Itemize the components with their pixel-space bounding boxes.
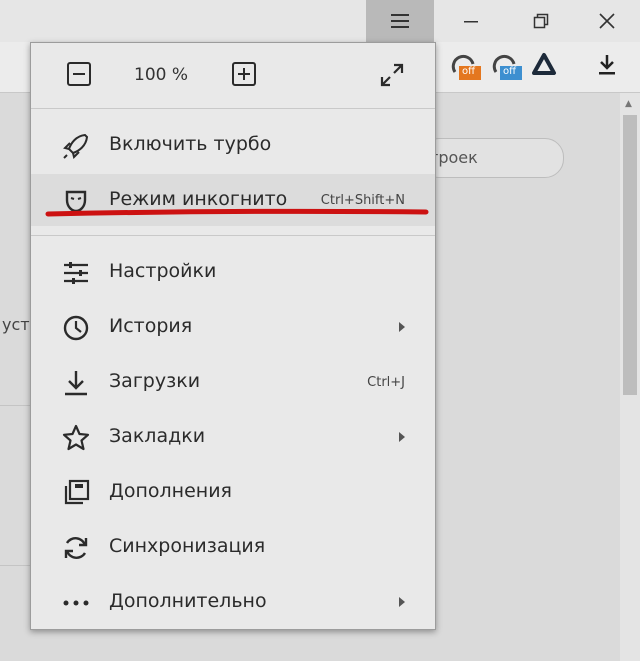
divider [0, 405, 34, 406]
zoom-row: 100 % [31, 43, 435, 108]
zoom-level: 100 % [134, 65, 189, 85]
extension-button-2[interactable]: off [492, 52, 522, 82]
restore-icon [533, 13, 549, 29]
download-icon [599, 55, 615, 75]
menu-separator [31, 108, 435, 109]
alice-icon [532, 53, 556, 75]
close-button[interactable] [570, 0, 640, 42]
extension-badge: off [503, 66, 517, 77]
menu-item-label: Синхронизация [109, 535, 266, 557]
zoom-out-button[interactable] [67, 62, 91, 86]
clock-icon [63, 315, 89, 341]
menu-item-label: Закладки [109, 425, 206, 447]
menu-item-more[interactable]: Дополнительно [31, 576, 435, 628]
menu-item-label: Дополнительно [109, 590, 267, 612]
divider [0, 565, 34, 566]
menu-item-label: Включить турбо [109, 133, 272, 155]
star-icon [62, 424, 90, 451]
page-search-box[interactable]: троек [420, 138, 564, 178]
scroll-thumb[interactable] [623, 115, 637, 395]
menu-item-label: Загрузки [109, 370, 201, 392]
settings-sliders-icon [64, 262, 88, 284]
minimize-icon [464, 21, 478, 23]
menu-item-label: История [109, 315, 193, 337]
more-dots-icon [63, 600, 89, 606]
menu-item-extensions[interactable]: Дополнения [31, 466, 435, 518]
fullscreen-icon [380, 63, 404, 87]
submenu-arrow-icon [399, 597, 405, 607]
page-text-fragment: уст [2, 315, 30, 334]
menu-item-settings[interactable]: Настройки [31, 246, 435, 298]
menu-item-downloads[interactable]: Загрузки Ctrl+J [31, 356, 435, 408]
page-search-text: троек [429, 148, 478, 167]
submenu-arrow-icon [399, 432, 405, 442]
menu-item-sync[interactable]: Синхронизация [31, 521, 435, 573]
download-icon [65, 371, 87, 396]
hamburger-icon [391, 14, 409, 28]
menu-item-label: Режим инкогнито [109, 188, 288, 210]
menu-item-turbo[interactable]: Включить турбо [31, 119, 435, 171]
menu-item-shortcut: Ctrl+J [367, 375, 405, 390]
submenu-arrow-icon [399, 322, 405, 332]
scroll-up-arrow-icon[interactable]: ▲ [625, 99, 632, 109]
restore-button[interactable] [504, 0, 578, 42]
browser-main-menu: 100 % Включить турбо Режим инкогнито Ctr… [30, 42, 436, 630]
extension-badge: off [462, 66, 476, 77]
menu-item-bookmarks[interactable]: Закладки [31, 411, 435, 463]
close-icon [599, 13, 615, 29]
fullscreen-button[interactable] [379, 62, 405, 88]
browser-menu-button[interactable] [366, 0, 434, 42]
minimize-button[interactable] [434, 0, 508, 42]
menu-item-label: Дополнения [109, 480, 232, 502]
minus-icon [73, 73, 85, 75]
rocket-icon [63, 133, 89, 159]
menu-item-history[interactable]: История [31, 301, 435, 353]
sync-icon [64, 537, 88, 559]
incognito-mask-icon [65, 190, 87, 213]
menu-item-incognito[interactable]: Режим инкогнито Ctrl+Shift+N [31, 174, 435, 226]
menu-separator [31, 235, 435, 236]
window-titlebar [0, 0, 640, 42]
page-scrollbar[interactable]: ▲ [620, 93, 640, 661]
downloads-button[interactable] [596, 52, 626, 82]
extension-button-1[interactable]: off [451, 52, 481, 82]
menu-item-label: Настройки [109, 260, 217, 282]
zoom-in-button[interactable] [232, 62, 256, 86]
alice-button[interactable] [531, 52, 561, 82]
extensions-icon [64, 479, 90, 505]
menu-item-shortcut: Ctrl+Shift+N [320, 193, 405, 208]
